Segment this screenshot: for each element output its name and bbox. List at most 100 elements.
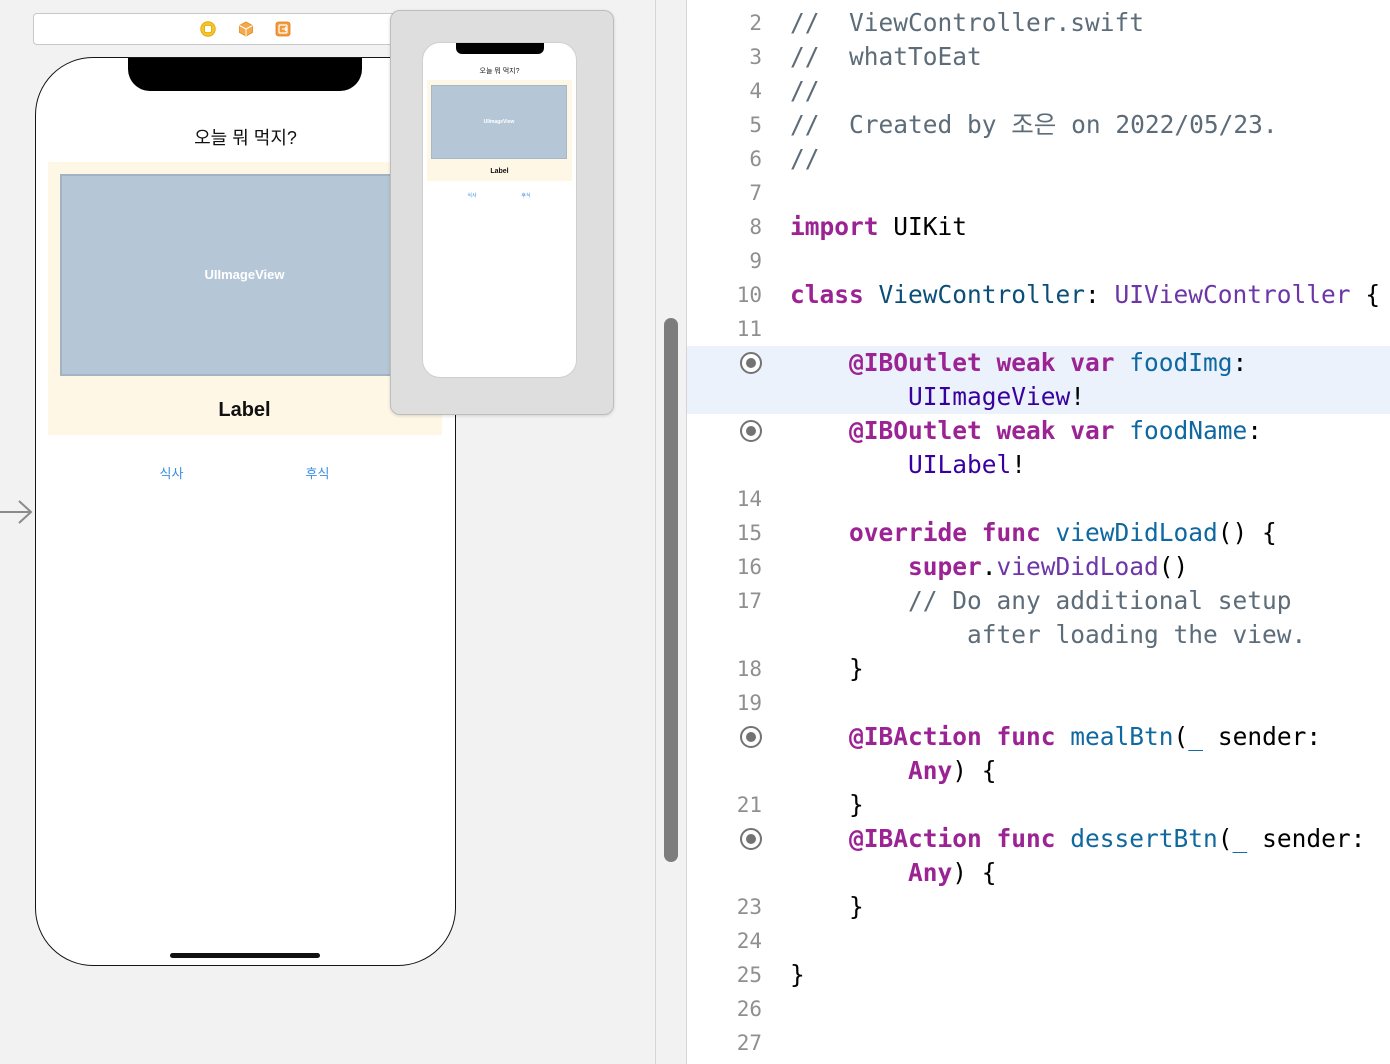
code-text[interactable]: UILabel! <box>790 448 1026 482</box>
code-token[interactable]: Any <box>790 858 952 887</box>
code-line[interactable]: 5 // Created by 조은 on 2022/05/23. <box>687 108 1390 142</box>
storyboard-canvas[interactable]: 오늘 뭐 먹지? UIImageView Label 식사 후식 오늘 뭐 먹지… <box>0 0 656 1064</box>
code-line[interactable]: 24 <box>687 924 1390 958</box>
code-line[interactable]: 23 } <box>687 890 1390 924</box>
code-line[interactable]: 6 // <box>687 142 1390 176</box>
code-line[interactable]: 7 <box>687 176 1390 210</box>
code-text[interactable]: super.viewDidLoad() <box>790 550 1188 584</box>
exit-icon[interactable] <box>275 21 291 37</box>
code-text[interactable]: // Do any additional setup <box>790 584 1292 618</box>
minimap[interactable]: 오늘 뭐 먹지? UIImageView Label 식사 후식 <box>390 10 614 415</box>
code-line[interactable]: UIImageView! <box>687 380 1390 414</box>
code-line[interactable]: 18 } <box>687 652 1390 686</box>
code-token[interactable]: super <box>790 552 982 581</box>
outlet-connection-icon[interactable] <box>740 726 762 748</box>
code-token[interactable]: . <box>982 552 997 581</box>
code-line[interactable]: 8 import UIKit <box>687 210 1390 244</box>
code-token[interactable]: Any <box>790 756 952 785</box>
code-text[interactable]: import UIKit <box>790 210 967 244</box>
code-line[interactable]: Any) { <box>687 754 1390 788</box>
code-token[interactable]: sender: <box>1203 722 1321 751</box>
canvas-vertical-scrollbar[interactable] <box>664 318 678 862</box>
code-line[interactable]: 27 <box>687 1026 1390 1060</box>
code-token[interactable]: } <box>790 960 805 989</box>
code-token[interactable]: @IBOutlet weak var <box>790 416 1115 445</box>
outlet-connection-icon[interactable] <box>740 352 762 374</box>
code-token[interactable]: ! <box>1011 450 1026 479</box>
code-token[interactable]: dessertBtn <box>1056 824 1218 853</box>
food-image-view[interactable]: UIImageView <box>59 173 430 376</box>
code-token[interactable]: ( <box>1174 722 1189 751</box>
code-token[interactable]: // <box>790 76 820 105</box>
code-token[interactable]: UIViewController <box>1115 280 1351 309</box>
code-token[interactable]: @IBAction func <box>790 824 1056 853</box>
code-token[interactable]: : <box>1247 416 1262 445</box>
code-token[interactable]: ( <box>1218 824 1233 853</box>
code-token[interactable]: _ <box>1233 824 1248 853</box>
first-responder-icon[interactable] <box>238 21 254 37</box>
code-line[interactable]: 25} <box>687 958 1390 992</box>
outlet-connection-icon[interactable] <box>740 420 762 442</box>
code-token[interactable]: // Do any additional setup <box>790 586 1292 615</box>
code-text[interactable]: // whatToEat <box>790 40 982 74</box>
dessert-button[interactable]: 후식 <box>288 462 348 486</box>
food-name-label[interactable]: Label <box>48 398 442 422</box>
code-text[interactable]: Any) { <box>790 754 997 788</box>
code-text[interactable]: } <box>790 890 864 924</box>
code-token[interactable]: ) { <box>952 756 996 785</box>
code-line[interactable]: 11 <box>687 312 1390 346</box>
code-text[interactable]: // Created by 조은 on 2022/05/23. <box>790 108 1278 142</box>
code-line[interactable]: @IBOutlet weak var foodName: <box>687 414 1390 448</box>
code-line[interactable]: 9 <box>687 244 1390 278</box>
code-line[interactable]: Any) { <box>687 856 1390 890</box>
code-line[interactable]: 4 // <box>687 74 1390 108</box>
code-text[interactable]: class ViewController: UIViewController { <box>790 278 1380 312</box>
code-token[interactable]: () <box>1159 552 1189 581</box>
code-text[interactable]: } <box>790 958 805 992</box>
code-token[interactable]: : <box>1085 280 1115 309</box>
code-token[interactable]: viewDidLoad <box>997 552 1159 581</box>
code-line[interactable]: 14 <box>687 482 1390 516</box>
code-token[interactable]: foodImg <box>1115 348 1232 377</box>
meal-button[interactable]: 식사 <box>142 462 202 486</box>
code-token[interactable]: @IBOutlet weak var <box>790 348 1115 377</box>
arrow-right-icon[interactable] <box>0 498 34 526</box>
code-text[interactable]: @IBAction func dessertBtn(_ sender: <box>790 822 1365 856</box>
code-text[interactable]: @IBAction func mealBtn(_ sender: <box>790 720 1321 754</box>
code-line[interactable]: after loading the view. <box>687 618 1390 652</box>
code-token[interactable]: class <box>790 280 864 309</box>
code-text[interactable]: @IBOutlet weak var foodName: <box>790 414 1262 448</box>
code-line[interactable]: @IBAction func dessertBtn(_ sender: <box>687 822 1390 856</box>
code-line[interactable]: @IBOutlet weak var foodImg: <box>687 346 1390 380</box>
code-token[interactable]: // whatToEat <box>790 42 982 71</box>
view-controller-icon[interactable] <box>200 21 216 37</box>
code-token[interactable]: _ <box>1188 722 1203 751</box>
code-text[interactable]: // <box>790 142 820 176</box>
code-editor[interactable]: 2 // ViewController.swift 3 // whatToEat 4 //… <box>687 0 1390 1064</box>
code-text[interactable]: @IBOutlet weak var foodImg: <box>790 346 1247 380</box>
code-line[interactable]: 16 super.viewDidLoad() <box>687 550 1390 584</box>
code-token[interactable]: ) { <box>952 858 996 887</box>
code-token[interactable]: UILabel <box>790 450 1011 479</box>
code-text[interactable]: after loading the view. <box>790 618 1306 652</box>
code-token[interactable]: mealBtn <box>1056 722 1173 751</box>
code-token[interactable]: // Created by 조은 on 2022/05/23. <box>790 110 1278 139</box>
code-token[interactable]: override func <box>790 518 1041 547</box>
content-view[interactable]: UIImageView Label <box>47 161 442 435</box>
outlet-connection-icon[interactable] <box>740 828 762 850</box>
code-text[interactable]: // <box>790 74 820 108</box>
code-text[interactable]: // ViewController.swift <box>790 6 1144 40</box>
code-token[interactable]: ! <box>1070 382 1085 411</box>
code-token[interactable]: } <box>790 654 864 683</box>
code-line[interactable]: UILabel! <box>687 448 1390 482</box>
code-text[interactable]: } <box>790 788 864 822</box>
code-token[interactable]: } <box>790 892 864 921</box>
code-token[interactable]: sender: <box>1247 824 1365 853</box>
code-line[interactable]: 19 <box>687 686 1390 720</box>
code-token[interactable]: viewDidLoad <box>1041 518 1218 547</box>
code-text[interactable]: } <box>790 652 864 686</box>
code-token[interactable]: () { <box>1218 518 1277 547</box>
code-line[interactable]: @IBAction func mealBtn(_ sender: <box>687 720 1390 754</box>
code-token[interactable]: // <box>790 144 820 173</box>
code-token[interactable]: foodName <box>1115 416 1247 445</box>
